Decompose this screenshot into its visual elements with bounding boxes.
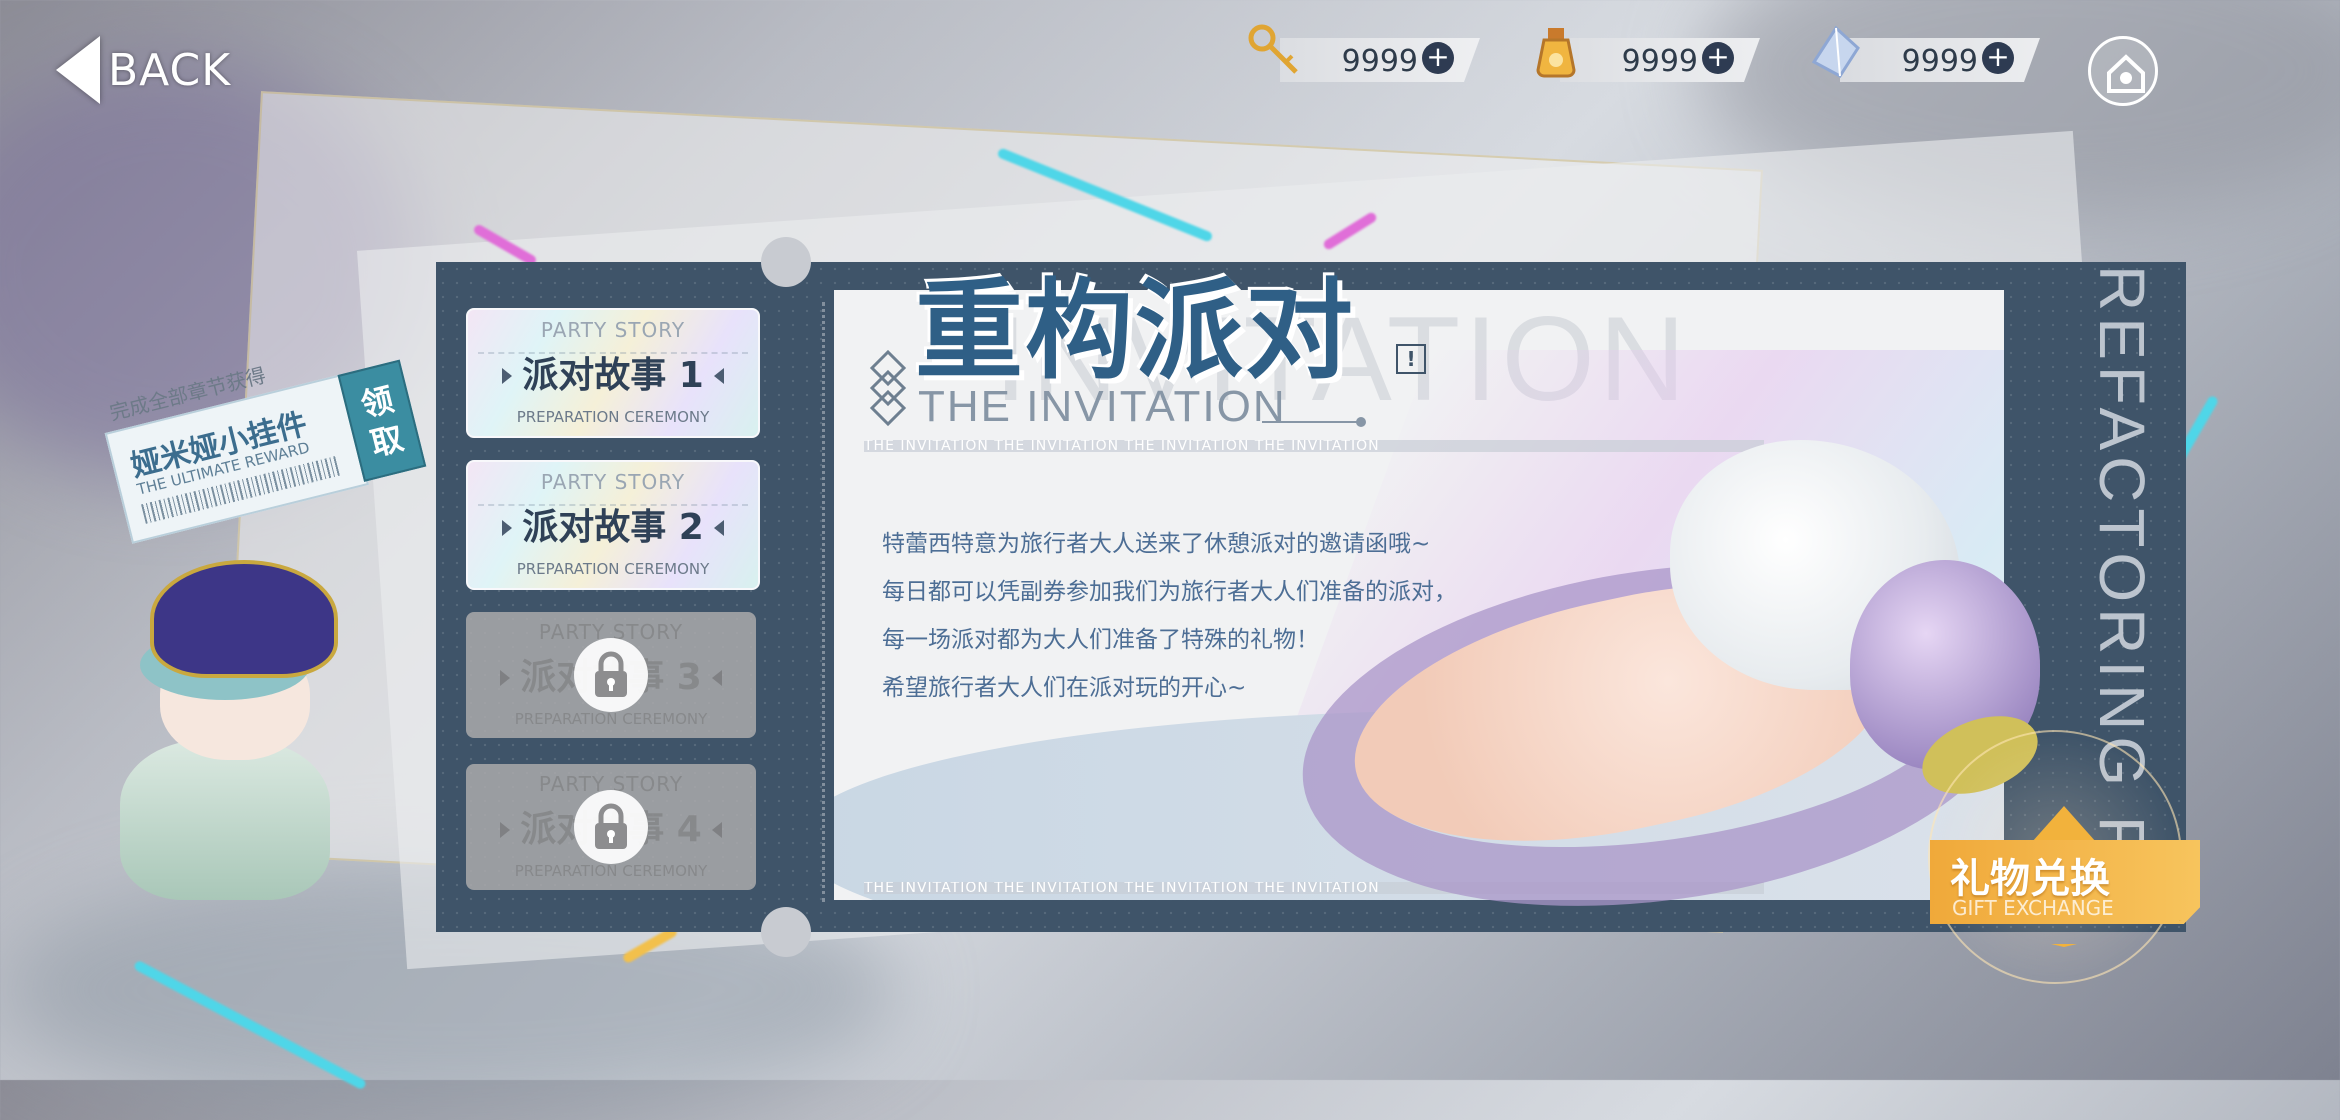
chibi-character	[120, 740, 330, 900]
home-icon	[2107, 54, 2145, 93]
story-header: PARTY STORY	[540, 470, 686, 494]
invitation-strip: THE INVITATION THE INVITATION THE INVITA…	[864, 440, 1764, 452]
party-story-1[interactable]: PARTY STORY 派对故事 1 PREPARATION CEREMONY	[466, 308, 760, 438]
triangle-right-icon	[712, 670, 722, 686]
gift-exchange-sublabel: GIFT EXCHANGE	[1952, 896, 2114, 920]
currency-key: 9999 +	[1248, 24, 1480, 84]
description-line: 每一场派对都为大人们准备了特殊的礼物！	[882, 627, 1319, 653]
currency-potion: 9999 +	[1536, 28, 1760, 84]
crystal-icon	[1806, 22, 1866, 82]
diamond-ornament-icon	[868, 349, 908, 434]
triangle-right-icon	[714, 368, 724, 384]
currency-crystal: 9999 +	[1811, 25, 2040, 84]
triangle-up-icon	[2032, 806, 2096, 842]
page-subtitle: THE INVITATION	[918, 382, 1287, 431]
story-header: PARTY STORY	[540, 318, 686, 342]
back-arrow-icon	[56, 36, 100, 104]
triangle-right-icon	[712, 822, 722, 838]
lock-icon	[574, 638, 648, 712]
ticket-notch	[761, 907, 811, 957]
story-subtitle: PREPARATION CEREMONY	[514, 862, 708, 880]
story-subtitle: PREPARATION CEREMONY	[516, 408, 710, 426]
key-icon	[1246, 22, 1306, 82]
back-button[interactable]: BACK	[56, 36, 231, 104]
add-currency-button[interactable]: +	[1982, 42, 2014, 74]
home-button[interactable]	[2088, 36, 2158, 106]
story-subtitle: PREPARATION CEREMONY	[516, 560, 710, 578]
currency-value: 9999	[1621, 44, 1698, 79]
party-story-4[interactable]: PARTY STORY 派对故事 4 PREPARATION CEREMONY	[466, 764, 756, 890]
gift-exchange-button[interactable]: 礼物兑换 GIFT EXCHANGE	[1930, 840, 2200, 924]
party-story-2[interactable]: PARTY STORY 派对故事 2 PREPARATION CEREMONY	[466, 460, 760, 590]
title-underline	[1262, 417, 1366, 427]
chibi-character-hat	[150, 560, 338, 678]
back-label: BACK	[108, 44, 232, 96]
story-subtitle: PREPARATION CEREMONY	[514, 710, 708, 728]
lock-icon	[574, 790, 648, 864]
currency-value: 9999	[1901, 44, 1978, 79]
ticket-perforation	[822, 302, 825, 902]
add-currency-button[interactable]: +	[1702, 42, 1734, 74]
triangle-right-icon	[714, 520, 724, 536]
ticket-notch	[761, 237, 811, 287]
info-button[interactable]: !	[1396, 344, 1426, 374]
description-line: 特蕾西特意为旅行者大人送来了休憩派对的邀请函哦~	[882, 531, 1431, 557]
potion-icon	[1526, 22, 1586, 82]
page-title: 重构派对	[915, 269, 1356, 394]
description-line: 每日都可以凭副券参加我们为旅行者大人们准备的派对，	[882, 579, 1457, 605]
currency-value: 9999	[1341, 44, 1418, 79]
party-story-3[interactable]: PARTY STORY 派对故事 3 PREPARATION CEREMONY	[466, 612, 756, 738]
add-currency-button[interactable]: +	[1422, 42, 1454, 74]
